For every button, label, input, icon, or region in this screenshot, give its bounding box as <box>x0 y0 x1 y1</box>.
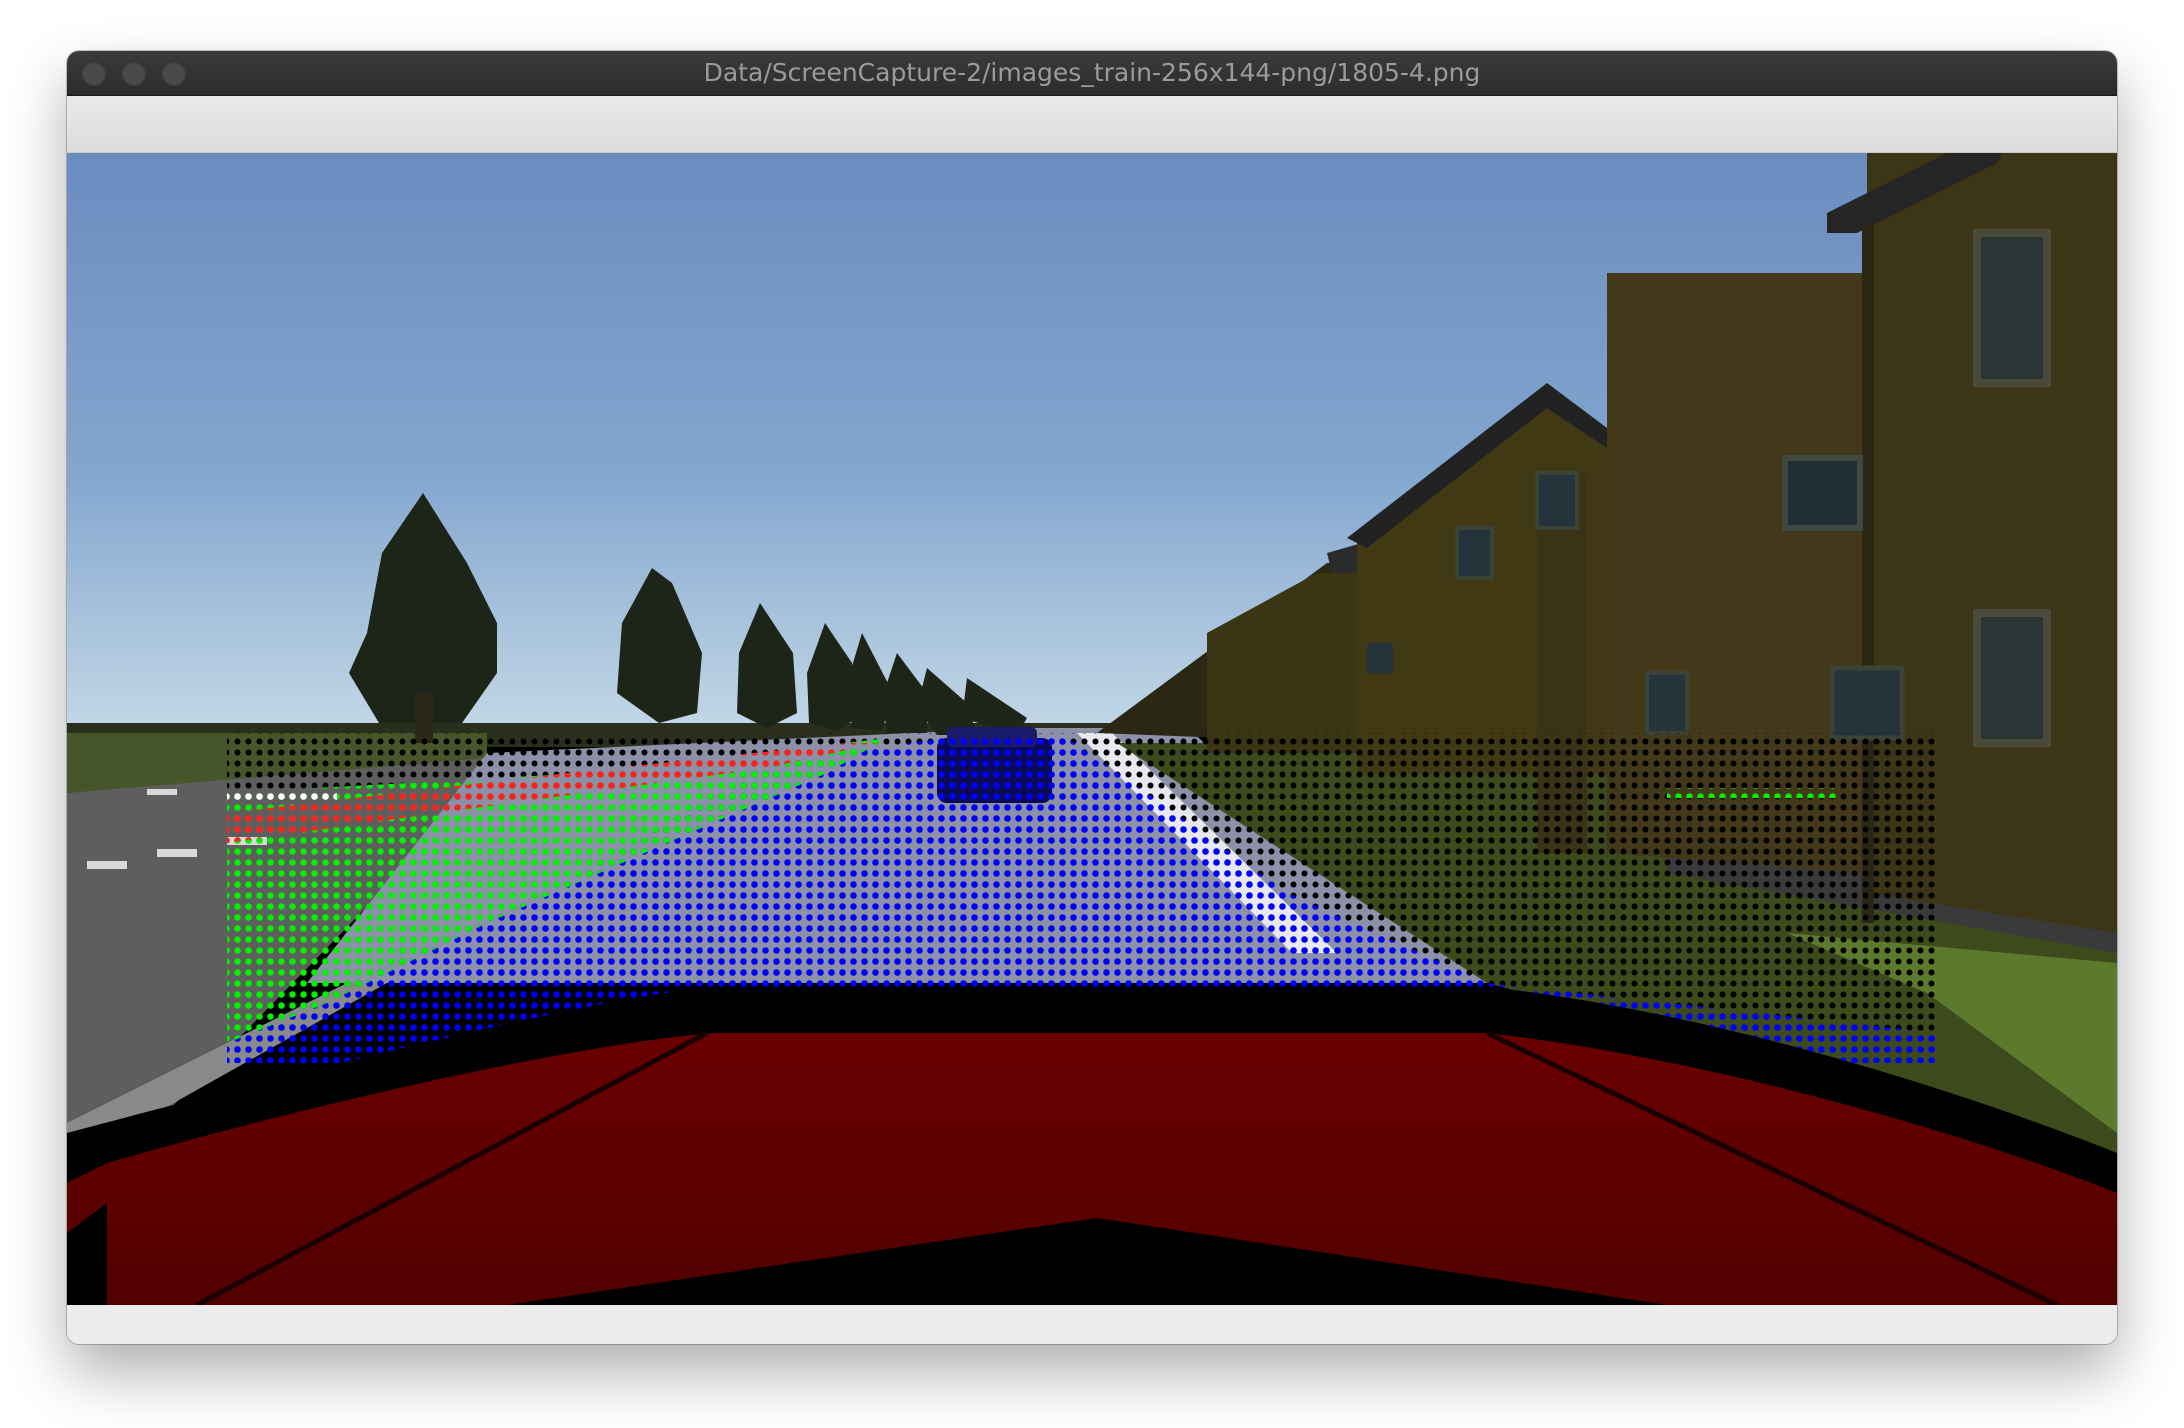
overlay-green-dots-right <box>1667 788 1837 798</box>
bottom-bar <box>67 1305 2117 1344</box>
image-viewer-window: Data/ScreenCapture-2/images_train-256x14… <box>67 51 2117 1344</box>
image-canvas <box>67 153 2117 1305</box>
title-bar[interactable]: Data/ScreenCapture-2/images_train-256x14… <box>67 51 2117 96</box>
overlay-white-dots <box>227 789 337 800</box>
window-title: Data/ScreenCapture-2/images_train-256x14… <box>703 58 1481 87</box>
toolbar <box>67 96 2117 153</box>
driving-scene-image <box>67 153 2117 1305</box>
